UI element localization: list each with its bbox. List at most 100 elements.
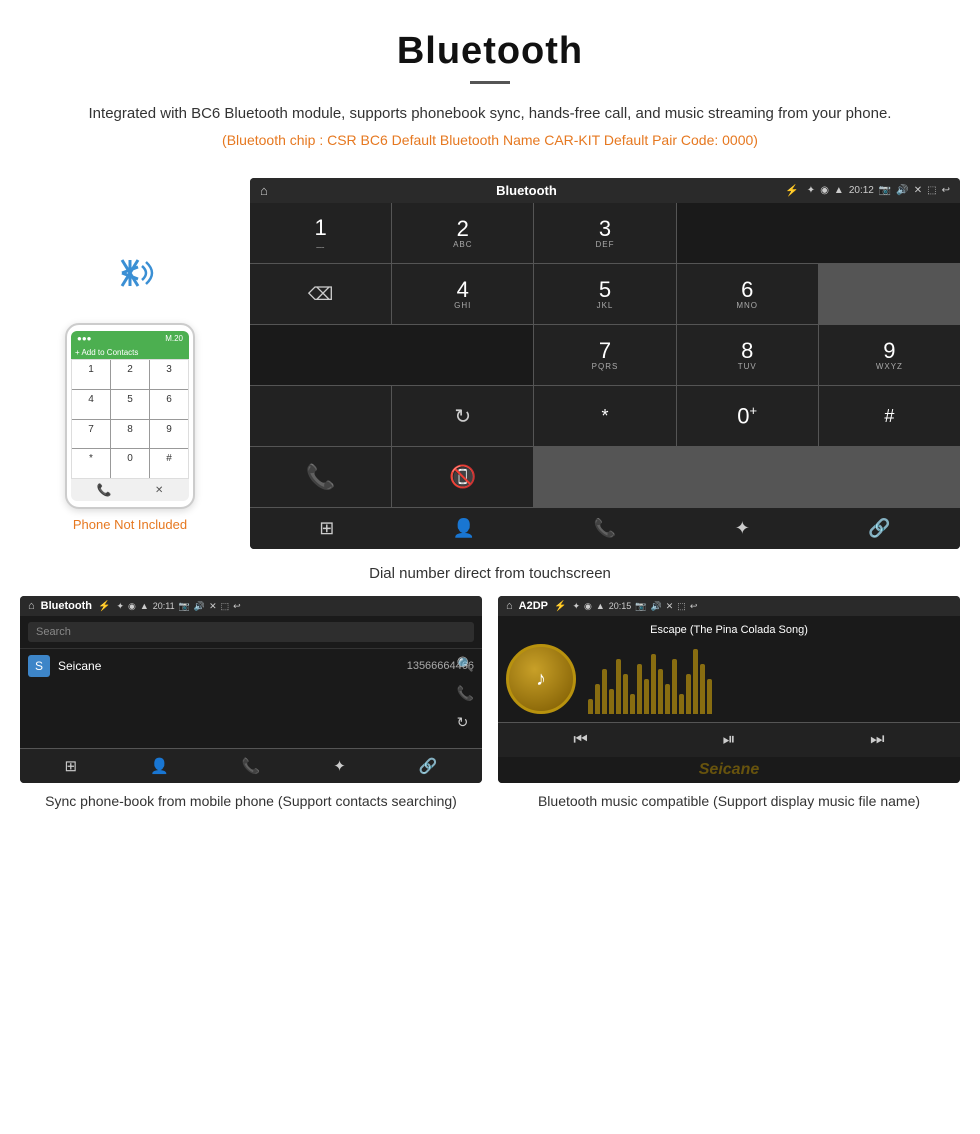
car-bottom-nav: ⊞ 👤 📞 ✦ 🔗 [250,507,960,549]
viz-bar-6 [623,674,628,714]
pb-win-icon: ⬚ [221,601,230,612]
a2dp-vol-icon: 🔊 [651,601,662,612]
a2dp-play-pause-icon[interactable]: ⏯ [723,731,736,749]
a2dp-usb-icon: ⚡ [554,601,566,612]
dial-key-9[interactable]: 9 WXYZ [819,325,960,385]
a2dp-home-icon: ⌂ [506,600,513,612]
usb-icon: ⚡ [785,184,799,197]
pb-contact-row: S Seicane 13566664466 [20,648,482,683]
phonebook-screen: ⌂ Bluetooth ⚡ ✦ ◉ ▲ 20:11 📷 🔊 ✕ ⬚ ↩ [20,596,482,783]
a2dp-close-icon: ✕ [666,601,674,612]
pb-close-icon: ✕ [209,601,217,612]
pb-call-side-icon[interactable]: 📞 [457,685,474,702]
page-description: Integrated with BC6 Bluetooth module, su… [60,102,920,126]
viz-bar-13 [672,659,677,714]
pb-refresh-side-icon[interactable]: ↻ [457,714,474,731]
dial-wide-empty-2 [250,325,533,385]
phone-key-4: 4 [72,390,110,419]
dial-key-hash[interactable]: # [819,386,960,446]
car-screen-dial: ⌂ Bluetooth ⚡ ✦ ◉ ▲ 20:12 📷 🔊 ✕ ⬚ ↩ 1 ﹏ [250,178,960,549]
bluetooth-icon-area [100,238,160,313]
viz-bar-9 [644,679,649,714]
viz-bar-17 [700,664,705,714]
viz-bar-1 [588,699,593,714]
phone-key-7: 7 [72,420,110,449]
a2dp-body: Escape (The Pina Colada Song) ♪ [498,616,960,722]
viz-bar-11 [658,669,663,714]
bluetooth-status-icon: ✦ [807,185,815,196]
phone-add-contacts: + Add to Contacts [71,346,189,359]
pb-contacts-icon[interactable]: 👤 [150,757,169,775]
title-underline [470,81,510,84]
a2dp-album-art: ♪ [506,644,576,714]
pb-search-row: Search [20,616,482,648]
dial-key-7[interactable]: 7 PQRS [534,325,675,385]
phone-container: ●●● M.20 + Add to Contacts 1 2 3 4 5 6 7… [20,178,240,532]
dial-key-6[interactable]: 6 MNO [677,264,818,324]
dial-key-star[interactable]: * [534,386,675,446]
pb-search-side-icon[interactable]: 🔍 [457,656,474,673]
dial-key-1[interactable]: 1 ﹏ [250,203,391,263]
dial-key-5[interactable]: 5 JKL [534,264,675,324]
pb-phone-icon[interactable]: 📞 [242,757,261,775]
phone-top-text: M.20 [165,334,183,343]
pb-bt-nav-icon[interactable]: ✦ [333,757,346,775]
viz-bar-2 [595,684,600,714]
phone-icon[interactable]: 📞 [594,518,616,539]
dial-display [677,203,960,263]
pb-dialpad-icon[interactable]: ⊞ [64,757,77,775]
phone-not-included-label: Phone Not Included [73,517,187,532]
pb-bt-icon: ✦ [116,601,124,612]
dial-key-8[interactable]: 8 TUV [677,325,818,385]
page-specs: (Bluetooth chip : CSR BC6 Default Blueto… [60,132,920,148]
dial-call-green[interactable]: 📞 [250,447,391,507]
viz-bar-15 [686,674,691,714]
location-icon: ◉ [820,185,829,196]
phone-frame: ●●● M.20 + Add to Contacts 1 2 3 4 5 6 7… [65,323,195,509]
a2dp-back-icon: ↩ [690,601,698,612]
pb-link-nav-icon[interactable]: 🔗 [419,757,438,775]
pb-sig-icon: ▲ [140,601,149,612]
viz-bar-4 [609,689,614,714]
dialpad-icon[interactable]: ⊞ [319,518,334,539]
dial-key-4[interactable]: 4 GHI [392,264,533,324]
pb-contact-name: Seicane [58,659,101,673]
bt-nav-icon[interactable]: ✦ [735,518,750,539]
link-icon[interactable]: 🔗 [868,518,890,539]
pb-search-box[interactable]: Search [28,622,474,642]
contacts-icon[interactable]: 👤 [453,518,475,539]
pb-statusbar: ⌂ Bluetooth ⚡ ✦ ◉ ▲ 20:11 📷 🔊 ✕ ⬚ ↩ [20,596,482,616]
viz-bar-3 [602,669,607,714]
dial-backspace[interactable]: ⌫ [250,264,391,324]
main-section: ●●● M.20 + Add to Contacts 1 2 3 4 5 6 7… [0,178,980,549]
a2dp-bt-icon: ✦ [572,601,580,612]
a2dp-cam-icon: 📷 [635,601,646,612]
dial-refresh[interactable]: ↻ [392,386,533,446]
bluetooth-waves-icon [100,238,160,308]
phonebook-caption: Sync phone-book from mobile phone (Suppo… [20,791,482,812]
dial-key-2[interactable]: 2 ABC [392,203,533,263]
plus-icon: + [75,348,80,357]
dial-wide-empty-3 [250,386,391,446]
dial-call-red[interactable]: 📵 [392,447,533,507]
pb-status-icons: ✦ ◉ ▲ 20:11 📷 🔊 ✕ ⬚ ↩ [116,601,240,612]
pb-side-icons: 🔍 📞 ↻ [457,656,474,731]
close-icon: ✕ [914,185,922,196]
home-icon: ⌂ [260,183,268,198]
music-caption-text: Bluetooth music compatible (Support disp… [538,793,920,809]
a2dp-skip-back-icon[interactable]: ⏮ [573,731,587,749]
a2dp-album-row: ♪ [506,644,952,714]
dial-key-0[interactable]: 0+ [677,386,818,446]
viz-bar-10 [651,654,656,714]
car-statusbar: ⌂ Bluetooth ⚡ ✦ ◉ ▲ 20:12 📷 🔊 ✕ ⬚ ↩ [250,178,960,203]
dial-key-3[interactable]: 3 DEF [534,203,675,263]
phone-key-0: 0 [111,449,149,478]
back-icon: ↩ [942,185,950,196]
phonebook-caption-text: Sync phone-book from mobile phone (Suppo… [45,793,457,809]
a2dp-sig-icon: ▲ [596,601,605,612]
a2dp-skip-forward-icon[interactable]: ⏭ [870,731,884,749]
status-icons: ✦ ◉ ▲ 20:12 📷 🔊 ✕ ⬚ ↩ [807,185,950,196]
phone-call-icon: 📞 [97,483,112,497]
volume-icon: 🔊 [896,185,908,196]
bottom-screens: ⌂ Bluetooth ⚡ ✦ ◉ ▲ 20:11 📷 🔊 ✕ ⬚ ↩ [0,596,980,812]
